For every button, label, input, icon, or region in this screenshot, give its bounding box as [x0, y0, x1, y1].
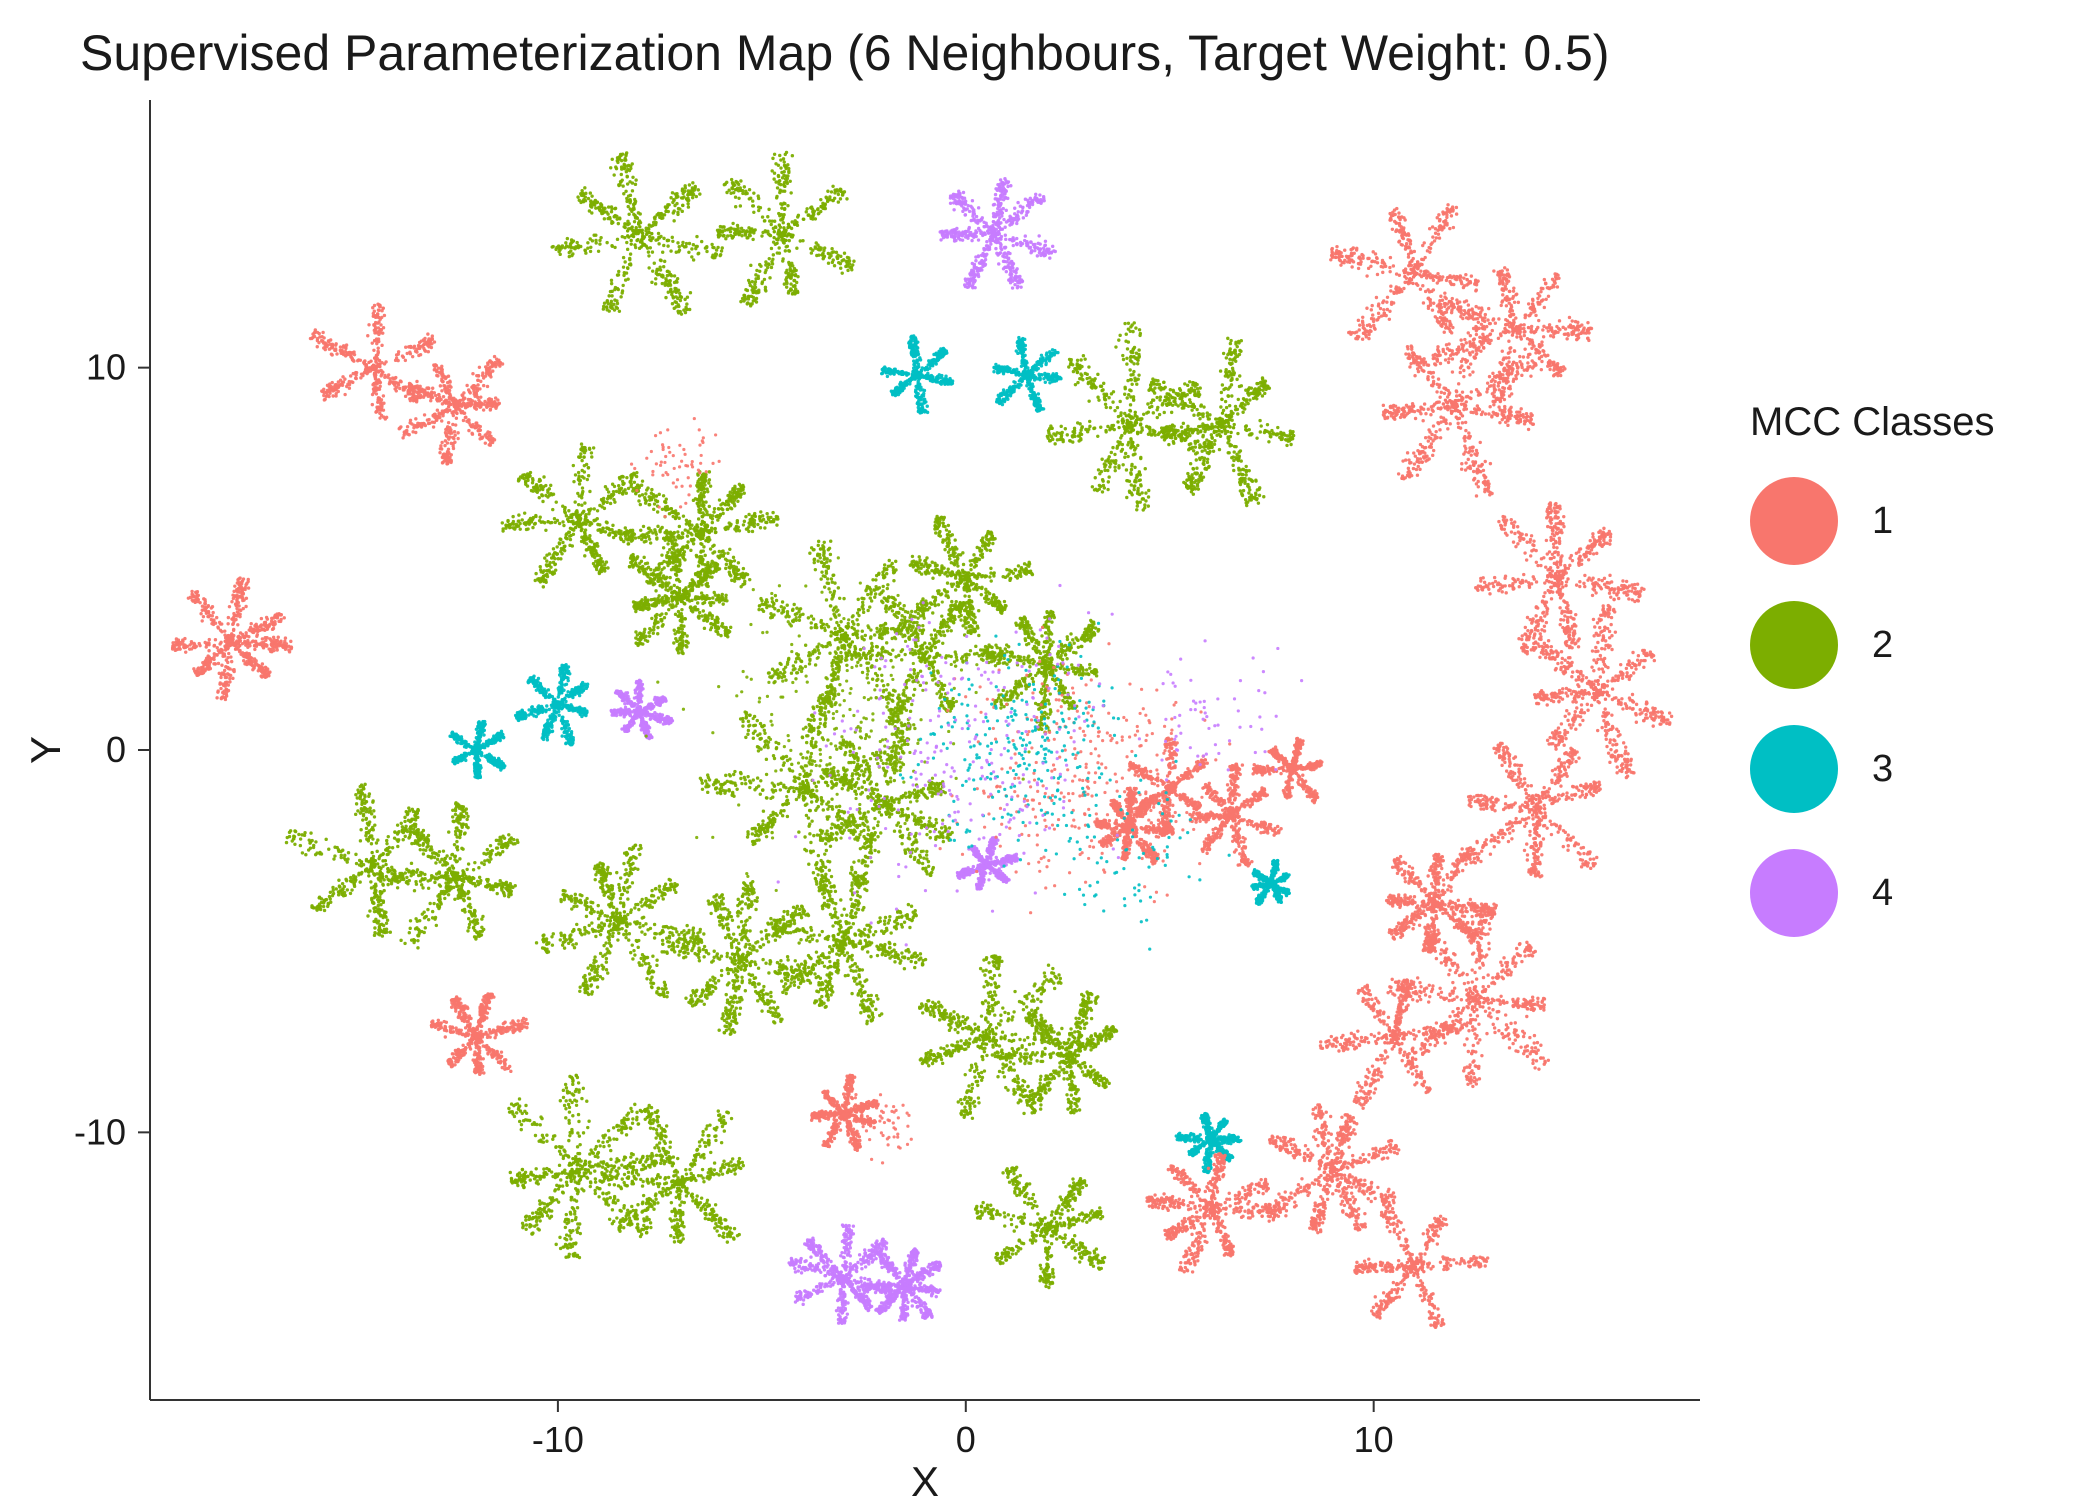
legend: MCC Classes 1 2 3 4 — [1750, 400, 1994, 973]
legend-swatch-1 — [1750, 477, 1838, 565]
y-axis-label: Y — [22, 736, 69, 764]
legend-swatch-2 — [1750, 601, 1838, 689]
svg-text:10: 10 — [1354, 1419, 1394, 1460]
svg-text:0: 0 — [956, 1419, 976, 1460]
legend-title: MCC Classes — [1750, 400, 1994, 445]
legend-label-3: 3 — [1872, 748, 1893, 791]
legend-swatch-4 — [1750, 849, 1838, 937]
legend-item-3: 3 — [1750, 725, 1994, 813]
svg-text:-10: -10 — [532, 1419, 584, 1460]
chart-title: Supervised Parameterization Map (6 Neigh… — [80, 25, 1610, 81]
legend-label-2: 2 — [1872, 624, 1893, 667]
svg-text:-10: -10 — [74, 1111, 126, 1152]
legend-swatch-3 — [1750, 725, 1838, 813]
legend-label-4: 4 — [1872, 872, 1893, 915]
x-axis-label: X — [911, 1458, 939, 1500]
svg-text:0: 0 — [106, 729, 126, 770]
legend-item-2: 2 — [1750, 601, 1994, 689]
legend-item-4: 4 — [1750, 849, 1994, 937]
legend-item-1: 1 — [1750, 477, 1994, 565]
svg-text:10: 10 — [86, 347, 126, 388]
legend-label-1: 1 — [1872, 500, 1893, 543]
